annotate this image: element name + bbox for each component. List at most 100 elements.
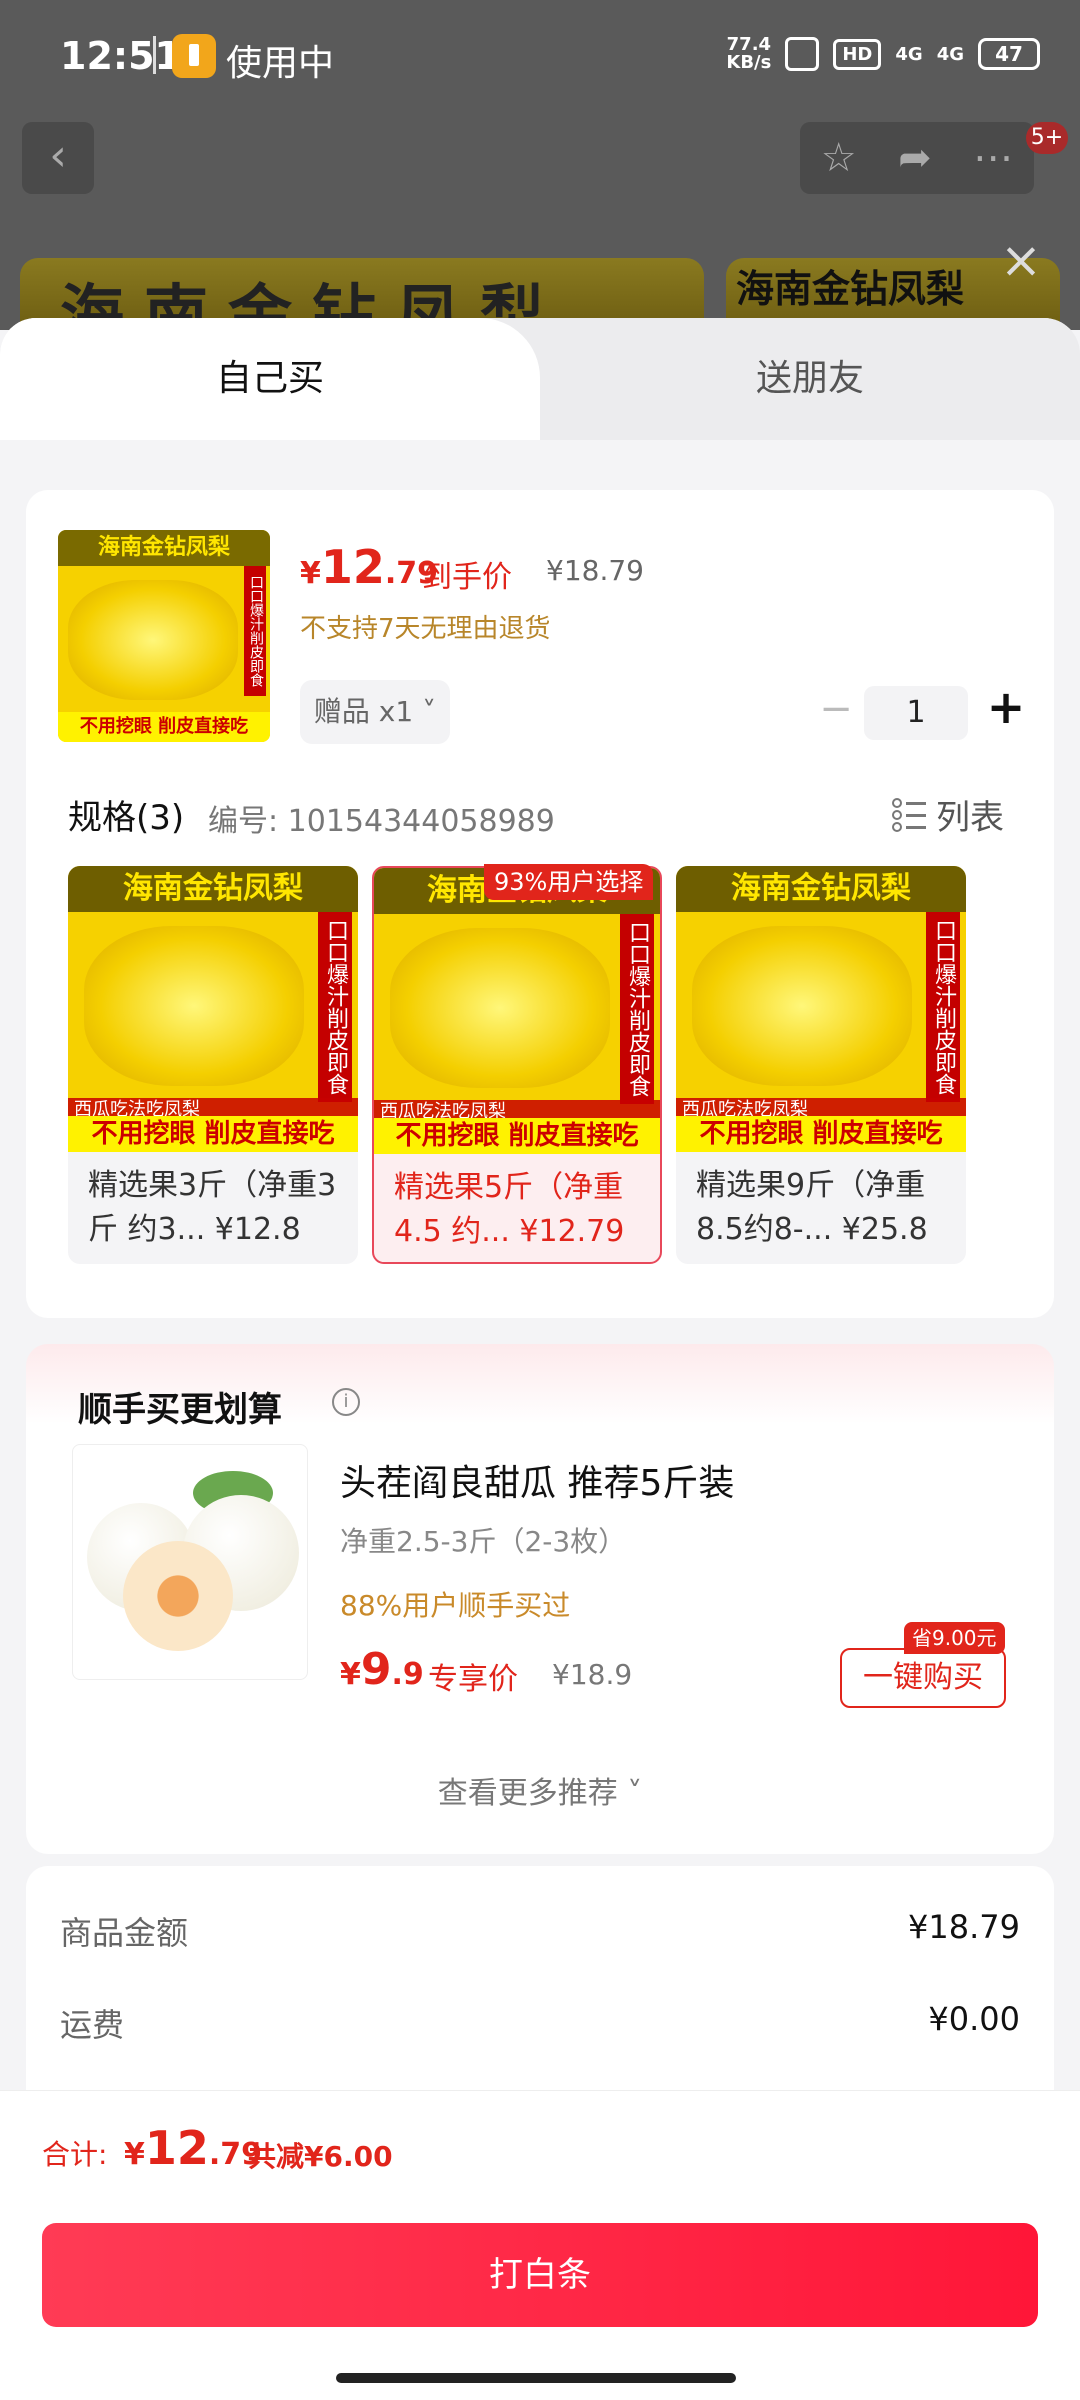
- checkout-bar: 合计: ¥12.79 共减¥6.00 打白条: [0, 2090, 1080, 2400]
- total-savings: 共减¥6.00: [248, 2140, 393, 2173]
- variant-image-side: 口口爆汁削皮即食: [926, 912, 960, 1102]
- no-return-notice: 不支持7天无理由退货: [300, 614, 551, 644]
- upsell-price-decimal: .9: [391, 1657, 424, 1692]
- signal-4g-1: 4G: [895, 43, 923, 65]
- see-more-recommendations[interactable]: 查看更多推荐 ˅: [26, 1768, 1054, 1812]
- thumb-title: 海南金钻凤梨: [58, 530, 270, 566]
- variant-option-3[interactable]: 海南金钻凤梨 口口爆汁削皮即食 西瓜吃法吃凤梨 不用挖眼 削皮直接吃 精选果9斤…: [676, 866, 966, 1264]
- share-icon[interactable]: ➦: [898, 135, 932, 181]
- variant-image-title: 海南金钻凤梨: [676, 866, 966, 912]
- variant-image: 海南金钻凤梨 口口爆汁削皮即食 西瓜吃法吃凤梨 不用挖眼 削皮直接吃: [374, 868, 660, 1154]
- variant-image: 海南金钻凤梨 口口爆汁削皮即食 西瓜吃法吃凤梨 不用挖眼 削皮直接吃: [676, 866, 966, 1152]
- upsell-title: 顺手买更划算: [78, 1390, 282, 1430]
- summary-value: ¥0.00: [928, 2000, 1020, 2038]
- variant-label: 精选果5斤（净重4.5 约... ¥12.79: [394, 1170, 625, 1249]
- variant-option-2[interactable]: 海南金钻凤梨 口口爆汁削皮即食 西瓜吃法吃凤梨 不用挖眼 削皮直接吃 精选果5斤…: [372, 866, 662, 1264]
- upsell-product-name[interactable]: 头茬阎良甜瓜 推荐5斤装: [340, 1454, 734, 1506]
- list-view-label: 列表: [936, 798, 1004, 838]
- pineapple-image: [390, 928, 610, 1088]
- quantity-input[interactable]: 1: [864, 686, 968, 740]
- back-button[interactable]: ‹: [22, 122, 94, 194]
- pay-with-baitiao-button[interactable]: 打白条: [42, 2223, 1038, 2327]
- status-bar: 12:51 使用中 77.4 KB/s HD 4G 4G 47: [0, 0, 1080, 110]
- home-indicator[interactable]: [336, 2373, 736, 2383]
- spec-code: 编号: 10154344058989: [208, 804, 555, 839]
- purchase-sheet: 自己买 送朋友 海南金钻凤梨 口口爆汁削皮即食 不用挖眼 削皮直接吃 ¥12.7…: [0, 318, 1080, 2400]
- net-speed-unit: KB/s: [726, 52, 772, 73]
- close-icon[interactable]: ×: [1000, 235, 1042, 285]
- list-icon: [892, 797, 926, 832]
- variant-image-bottom: 不用挖眼 削皮直接吃: [676, 1116, 966, 1152]
- info-icon[interactable]: i: [332, 1388, 360, 1416]
- save-amount-badge: 省9.00元: [904, 1622, 1005, 1654]
- summary-row-shipping: 运费 ¥0.00: [60, 2000, 1020, 2046]
- quantity-decrease-button[interactable]: −: [816, 686, 856, 732]
- final-price: ¥12.79: [300, 540, 438, 594]
- status-right-group: 77.4 KB/s HD 4G 4G 47: [726, 36, 1040, 72]
- upsell-social-proof: 88%用户顺手买过: [340, 1589, 571, 1622]
- summary-label: 运费: [60, 2006, 125, 2044]
- background-page: 12:51 使用中 77.4 KB/s HD 4G 4G 47 ‹ ☆ ➦ ⋯ …: [0, 0, 1080, 338]
- original-price: ¥18.79: [546, 554, 644, 587]
- mute-bell-icon: [785, 37, 820, 71]
- net-speed: 77.4 KB/s: [726, 36, 771, 72]
- variant-image-bottom: 不用挖眼 削皮直接吃: [374, 1118, 660, 1154]
- summary-label: 商品金额: [60, 1914, 189, 1952]
- tab-gift-friend[interactable]: 送朋友: [540, 318, 1080, 440]
- summary-row-goods: 商品金额 ¥18.79: [60, 1908, 1020, 1954]
- tab-bar: 自己买 送朋友: [0, 318, 1080, 440]
- more-icon[interactable]: ⋯: [973, 135, 1013, 181]
- order-summary-card: 商品金额 ¥18.79 运费 ¥0.00: [26, 1866, 1054, 2126]
- variant-option-1[interactable]: 海南金钻凤梨 口口爆汁削皮即食 西瓜吃法吃凤梨 不用挖眼 削皮直接吃 精选果3斤…: [68, 866, 358, 1264]
- price-label: 到手价: [422, 560, 512, 595]
- star-icon[interactable]: ☆: [821, 135, 857, 181]
- variant-image-title: 海南金钻凤梨: [68, 866, 358, 912]
- pineapple-image: [68, 580, 238, 700]
- variant-image-side: 口口爆汁削皮即食: [620, 914, 654, 1104]
- variant-label: 精选果9斤（净重8.5约8-... ¥25.8: [696, 1168, 928, 1247]
- upsell-card: 顺手买更划算 i 头茬阎良甜瓜 推荐5斤装 净重2.5-3斤（2-3枚） 88%…: [26, 1344, 1054, 1854]
- total-price: ¥12.79: [124, 2121, 262, 2175]
- pineapple-image: [692, 926, 912, 1086]
- status-app-text: 使用中: [226, 43, 335, 84]
- battery-level: 47: [978, 38, 1040, 70]
- tab-buy-self[interactable]: 自己买: [0, 318, 540, 440]
- upsell-price-integer: 9: [360, 1644, 392, 1695]
- hd-badge: HD: [833, 38, 882, 70]
- product-card: 海南金钻凤梨 口口爆汁削皮即食 不用挖眼 削皮直接吃 ¥12.79 到手价 ¥1…: [26, 490, 1054, 1318]
- variant-image-side: 口口爆汁削皮即食: [318, 912, 352, 1102]
- upsell-original-price: ¥18.9: [552, 1658, 633, 1691]
- one-click-buy-button[interactable]: 一键购买: [840, 1648, 1006, 1708]
- chevron-left-icon: ‹: [49, 130, 67, 181]
- pineapple-image: [84, 926, 304, 1086]
- flashlight-icon: [172, 34, 216, 78]
- upsell-price-label: 专享价: [428, 1662, 518, 1697]
- topbar-actions: ☆ ➦ ⋯: [800, 122, 1034, 194]
- banner-right-text: 海南金钻凤梨: [736, 267, 965, 311]
- price-symbol: ¥: [300, 556, 321, 591]
- popular-choice-badge: 93%用户选择: [484, 864, 654, 900]
- signal-4g-2: 4G: [936, 43, 964, 65]
- notification-badge: 5+: [1026, 122, 1068, 154]
- melon-product-image[interactable]: [72, 1444, 308, 1680]
- total-integer: 12: [144, 2121, 209, 2175]
- quantity-increase-button[interactable]: +: [984, 680, 1028, 734]
- upsell-weight: 净重2.5-3斤（2-3枚）: [340, 1525, 627, 1558]
- status-separator: [153, 36, 156, 74]
- spec-title: 规格(3): [68, 798, 185, 838]
- melon-cut: [123, 1541, 233, 1651]
- price-integer: 12: [320, 540, 385, 594]
- summary-value: ¥18.79: [908, 1908, 1020, 1946]
- status-time: 12:51: [60, 34, 181, 78]
- total-label: 合计:: [42, 2138, 108, 2171]
- upsell-price-symbol: ¥: [340, 1657, 361, 1692]
- gift-dropdown[interactable]: 赠品 x1 ˅: [300, 680, 450, 744]
- variant-image: 海南金钻凤梨 口口爆汁削皮即食 西瓜吃法吃凤梨 不用挖眼 削皮直接吃: [68, 866, 358, 1152]
- total-symbol: ¥: [124, 2137, 145, 2172]
- upsell-price: ¥9.9: [340, 1644, 424, 1695]
- variant-label: 精选果3斤（净重3斤 约3... ¥12.8: [88, 1168, 337, 1247]
- variant-image-bottom: 不用挖眼 削皮直接吃: [68, 1116, 358, 1152]
- product-thumbnail: 海南金钻凤梨 口口爆汁削皮即食 不用挖眼 削皮直接吃: [58, 530, 270, 742]
- thumb-bottom-label: 不用挖眼 削皮直接吃: [58, 712, 270, 742]
- list-view-toggle[interactable]: 列表: [892, 790, 1004, 839]
